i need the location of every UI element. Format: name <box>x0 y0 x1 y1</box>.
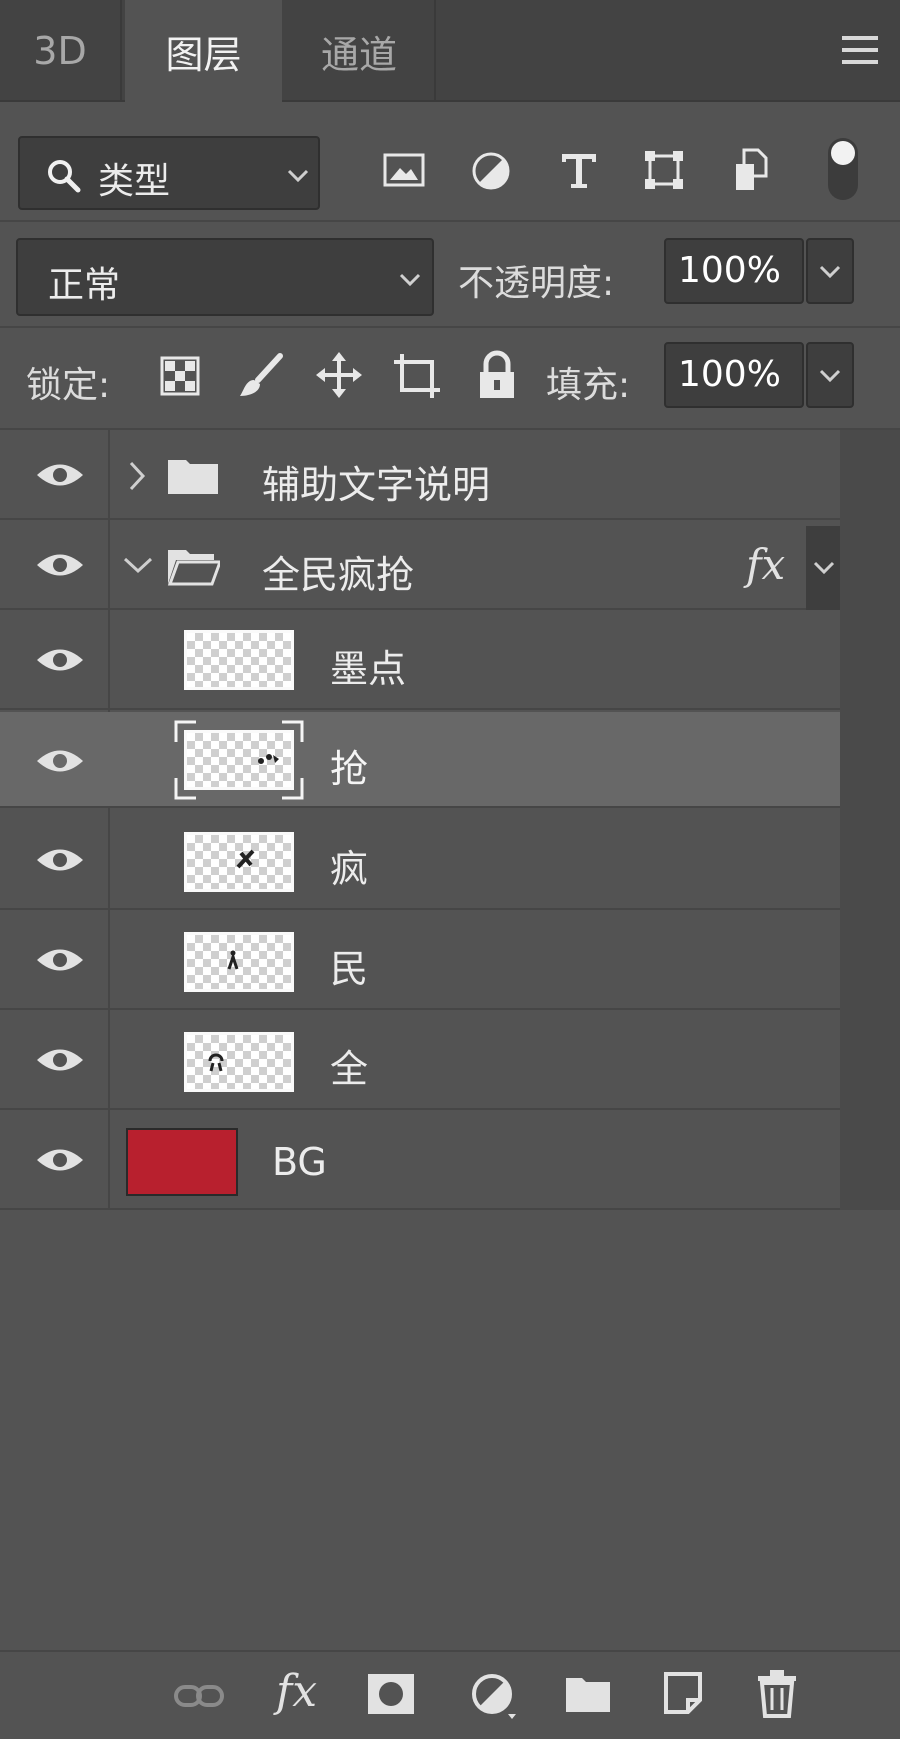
delete-layer-icon[interactable] <box>756 1668 798 1718</box>
visibility-eye-icon[interactable] <box>35 1045 85 1075</box>
layer-row[interactable]: 墨点 <box>0 610 840 710</box>
opacity-value: 100% <box>678 250 781 291</box>
new-adjustment-layer-icon[interactable] <box>470 1672 518 1720</box>
layer-name: 辅助文字说明 <box>262 463 491 507</box>
blend-mode-dropdown[interactable]: 正常 <box>16 238 434 316</box>
layer-name: 民 <box>330 947 369 991</box>
visibility-eye-icon[interactable] <box>35 645 85 675</box>
chevron-down-icon <box>813 561 835 575</box>
layer-row[interactable]: 民 <box>0 910 840 1010</box>
layer-row-selected[interactable]: 抢 <box>0 712 840 808</box>
chevron-down-icon <box>819 369 841 383</box>
layer-thumbnail <box>184 832 294 892</box>
visibility-eye-icon[interactable] <box>35 845 85 875</box>
lock-artboard-icon[interactable] <box>392 352 442 400</box>
visibility-eye-icon[interactable] <box>35 746 85 776</box>
type-filter-icon[interactable] <box>558 150 600 190</box>
lock-image-pixels-icon[interactable] <box>236 352 286 400</box>
layer-row-group[interactable]: 辅助文字说明 <box>0 430 840 520</box>
effects-expand-button[interactable] <box>806 526 840 610</box>
layer-name: BG <box>272 1140 327 1184</box>
lock-position-icon[interactable] <box>316 352 362 398</box>
layer-name: 全 <box>330 1047 369 1091</box>
layers-scrollbar[interactable] <box>840 430 900 1210</box>
lock-transparent-pixels-icon[interactable] <box>160 356 200 396</box>
layers-panel: 3D 图层 通道 类型 正常 不透明度: 100% 锁定: 填充: 100% 辅… <box>0 0 900 1739</box>
folder-open-icon <box>167 550 220 586</box>
link-layers-icon[interactable] <box>172 1676 226 1716</box>
panel-tab-bar: 3D 图层 通道 <box>0 0 900 102</box>
fill-value: 100% <box>678 354 781 395</box>
chevron-down-icon <box>287 169 309 183</box>
folder-icon <box>168 460 218 494</box>
shape-filter-icon[interactable] <box>642 148 686 192</box>
new-layer-icon[interactable] <box>662 1670 704 1716</box>
visibility-eye-icon[interactable] <box>35 1145 85 1175</box>
opacity-input[interactable]: 100% <box>664 238 804 304</box>
layer-thumbnail <box>184 932 294 992</box>
chevron-down-icon[interactable] <box>122 556 154 574</box>
lock-label: 锁定: <box>26 365 111 406</box>
layer-row-group[interactable]: 全民疯抢 fx <box>0 520 840 610</box>
opacity-slider-button[interactable] <box>806 238 854 304</box>
fill-slider-button[interactable] <box>806 342 854 408</box>
chevron-right-icon[interactable] <box>128 460 146 492</box>
layer-name: 疯 <box>330 847 369 891</box>
fill-color-swatch[interactable] <box>126 1128 238 1196</box>
filter-kind-dropdown[interactable]: 类型 <box>18 136 320 210</box>
thumbnail-glyph <box>227 950 239 970</box>
layer-name: 抢 <box>330 747 369 791</box>
tab-channels[interactable]: 通道 <box>284 0 436 102</box>
smart-object-filter-icon[interactable] <box>732 146 772 194</box>
new-group-icon[interactable] <box>564 1674 612 1714</box>
layer-row[interactable]: 疯 <box>0 810 840 910</box>
blend-mode-value: 正常 <box>48 265 121 306</box>
layer-row[interactable]: 全 <box>0 1010 840 1110</box>
divider <box>0 326 900 328</box>
tab-layers[interactable]: 图层 <box>125 0 282 102</box>
visibility-eye-icon[interactable] <box>35 945 85 975</box>
search-icon <box>48 160 81 193</box>
add-layer-mask-icon[interactable] <box>366 1672 416 1716</box>
layer-name: 全民疯抢 <box>262 553 415 597</box>
fill-label: 填充: <box>546 365 631 406</box>
tab-3d[interactable]: 3D <box>0 0 122 102</box>
divider <box>0 220 900 222</box>
filter-kind-label: 类型 <box>98 161 171 202</box>
visibility-eye-icon[interactable] <box>35 460 85 490</box>
thumbnail-glyph <box>208 1053 224 1072</box>
layer-row-background[interactable]: BG <box>0 1110 840 1210</box>
thumbnail-glyph <box>236 849 255 869</box>
lock-all-icon[interactable] <box>476 350 518 400</box>
chevron-down-icon <box>399 273 421 287</box>
layer-thumbnail <box>184 1032 294 1092</box>
opacity-label: 不透明度: <box>458 263 615 304</box>
visibility-eye-icon[interactable] <box>35 550 85 580</box>
layer-thumbnail <box>184 630 294 690</box>
panel-menu-icon[interactable] <box>842 36 878 64</box>
image-filter-icon[interactable] <box>382 150 426 190</box>
fill-input[interactable]: 100% <box>664 342 804 408</box>
filter-toggle-icon[interactable] <box>828 138 858 200</box>
adjustment-filter-icon[interactable] <box>470 150 512 192</box>
add-layer-style-icon[interactable]: fx <box>276 1666 317 1717</box>
selection-brackets <box>174 720 304 800</box>
layer-name: 墨点 <box>330 647 407 691</box>
chevron-down-icon <box>819 265 841 279</box>
layer-effects-icon[interactable]: fx <box>746 540 785 589</box>
layers-bottom-toolbar: fx <box>0 1650 900 1739</box>
